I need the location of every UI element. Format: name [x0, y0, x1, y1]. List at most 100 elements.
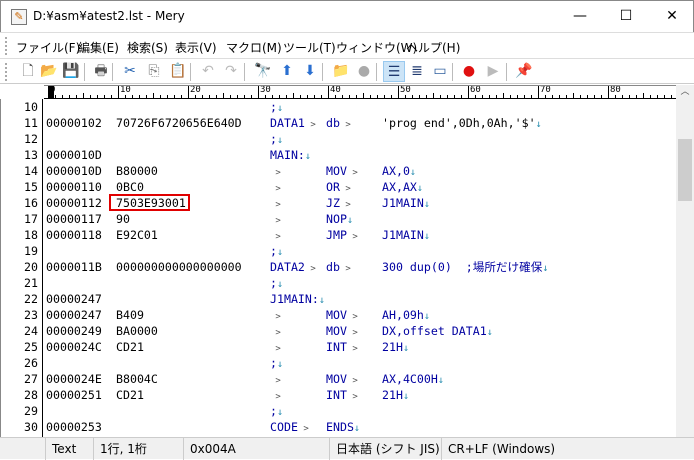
editor-line[interactable]: 28 00000251 CD21 > INT >21H↓ — [1, 387, 676, 403]
ruler-tick — [300, 95, 301, 98]
ruler-tick — [321, 95, 322, 98]
tab-mark: > — [270, 392, 281, 402]
no-wrap-icon[interactable]: ☰ — [383, 61, 405, 82]
line-number: 28 — [24, 388, 38, 402]
ruler-tick — [636, 95, 637, 98]
undo-icon[interactable]: ↶ — [197, 61, 219, 82]
tab-mark: > — [339, 184, 351, 194]
ruler-tick — [433, 93, 434, 98]
status-encoding[interactable]: 日本語 (シフト JIS) — [329, 438, 441, 460]
minimize-button[interactable]: — — [557, 1, 603, 31]
machine-code: 70726F6720656E640D — [116, 116, 242, 130]
address: 0000024C — [46, 340, 102, 354]
ruler-label: 20 — [190, 85, 201, 95]
menu-item[interactable]: 表示(V) — [175, 39, 217, 56]
menu-item[interactable]: ファイル(F) — [16, 39, 80, 56]
wrap-ruler-icon[interactable]: ▭ — [429, 61, 451, 82]
address: 0000011B — [46, 260, 102, 274]
ruler-tick — [489, 95, 490, 98]
line-number: 10 — [24, 100, 38, 114]
tab-mark: > — [304, 120, 316, 130]
editor-line[interactable]: 14 0000010D B80000 > MOV > AX,0↓ — [1, 163, 676, 179]
ruler-tick — [195, 95, 196, 98]
paste-icon[interactable]: 📋 — [167, 61, 189, 82]
text-editor[interactable]: 10 ;↓ 11 00000102 70726F6720656E640D DATA1 > d… — [0, 99, 676, 437]
ruler-tick — [202, 95, 203, 98]
tab-mark: > — [339, 120, 351, 130]
status-position[interactable]: 1行, 1桁 — [93, 438, 183, 460]
pin-icon[interactable]: 📌 — [513, 61, 535, 82]
ruler-tick — [671, 95, 672, 98]
tab-mark: > — [270, 216, 281, 226]
editor-line[interactable]: 30 00000253 CODE > ENDS↓ — [1, 419, 676, 435]
label-text: DATA2 — [270, 260, 305, 274]
editor-line[interactable]: 23 00000247 B409 > MOV > AH,09h↓ — [1, 307, 676, 323]
label-text: ; — [270, 132, 277, 146]
find-next-icon[interactable]: ⬇ — [299, 61, 321, 82]
line-number: 29 — [24, 404, 38, 418]
ruler-label: 70 — [540, 85, 551, 95]
new-file-icon[interactable]: 🗋 — [17, 61, 39, 82]
play-macro-icon[interactable]: ▶ — [482, 61, 504, 82]
editor-line[interactable]: 16 00000112 7503E93001 > JZ > J1MAIN↓ — [1, 195, 676, 211]
menu-item[interactable]: 編集(E) — [78, 39, 119, 56]
open-folder-icon[interactable]: 📂 — [38, 61, 60, 82]
tab-mark: > — [270, 376, 281, 386]
editor-line[interactable]: 29 ;↓ — [1, 403, 676, 419]
scroll-up-button[interactable]: ︿ — [676, 85, 694, 99]
find-prev-icon[interactable]: ⬆ — [276, 61, 298, 82]
menu-item[interactable]: 検索(S) — [127, 39, 168, 56]
menu-bar: ファイル(F) 編集(E) 検索(S) 表示(V) マクロ(M) ツール(T) ウィンドウ(… — [0, 32, 694, 58]
label-text: ; — [270, 356, 277, 370]
record-macro-icon[interactable]: ● — [458, 61, 480, 82]
eol-mark: ↓ — [423, 199, 430, 210]
editor-line[interactable]: 12 ;↓ — [1, 131, 676, 147]
grep-icon[interactable]: 📁 — [330, 61, 352, 82]
cut-icon[interactable]: ✂ — [119, 61, 141, 82]
tab-mark: > — [346, 232, 358, 242]
close-button[interactable]: ✕ — [649, 1, 694, 31]
status-mode[interactable]: Text — [45, 438, 93, 460]
mnemonic-text: MOV — [326, 324, 347, 338]
editor-line[interactable]: 17 00000117 90 > NOP↓ — [1, 211, 676, 227]
wrap-window-icon[interactable]: ≣ — [406, 61, 428, 82]
menu-item[interactable]: ヘルプ(H) — [406, 39, 460, 56]
editor-line[interactable]: 15 00000110 0BC0 > OR > AX,AX↓ — [1, 179, 676, 195]
scrollbar-thumb[interactable] — [678, 139, 692, 201]
editor-line[interactable]: 21 ;↓ — [1, 275, 676, 291]
maximize-button[interactable]: ☐ — [603, 1, 649, 31]
editor-line[interactable]: 25 0000024C CD21 > INT >21H↓ — [1, 339, 676, 355]
editor-line[interactable]: 27 0000024E B8004C > MOV > AX,4C00H↓ — [1, 371, 676, 387]
menu-item[interactable]: ツール(T) — [283, 39, 336, 56]
redo-icon[interactable]: ↷ — [220, 61, 242, 82]
menu-item[interactable]: マクロ(M) — [226, 39, 282, 56]
editor-line[interactable]: 20 0000011B 000000000000000000 DATA2 > db >3… — [1, 259, 676, 275]
ruler-tick — [125, 95, 126, 98]
print-icon[interactable]: 🖶 — [90, 61, 112, 82]
editor-line[interactable]: 24 00000249 BA0000 > MOV > DX,offset DATA1↓ — [1, 323, 676, 339]
globe-icon[interactable]: ● — [353, 61, 375, 82]
save-icon[interactable]: 💾 — [60, 61, 82, 82]
vertical-scrollbar[interactable] — [676, 99, 694, 437]
window-title: D:¥asm¥atest2.lst - Mery — [33, 9, 185, 23]
eol-mark: ↓ — [276, 135, 284, 146]
status-bar: Text 1行, 1桁 0x004A 日本語 (シフト JIS) CR+LF (… — [0, 437, 694, 460]
editor-line[interactable]: 13 0000010D MAIN:↓ — [1, 147, 676, 163]
ruler-tick — [664, 95, 665, 98]
tab-mark: > — [304, 264, 316, 274]
editor-line[interactable]: 18 00000118 E92C01 > JMP > J1MAIN↓ — [1, 227, 676, 243]
editor-line[interactable]: 11 00000102 70726F6720656E640D DATA1 > db > '… — [1, 115, 676, 131]
toolbar-separator — [506, 63, 507, 81]
copy-icon[interactable]: ⎘ — [143, 61, 165, 82]
find-icon[interactable]: 🔭 — [252, 61, 274, 82]
line-number: 20 — [24, 260, 38, 274]
address: 00000112 — [46, 196, 102, 210]
ruler-tick — [104, 95, 105, 98]
editor-line[interactable]: 22 00000247 J1MAIN:↓ — [1, 291, 676, 307]
editor-line[interactable]: 26 ;↓ — [1, 355, 676, 371]
status-newline[interactable]: CR+LF (Windows) — [441, 438, 591, 460]
editor-line[interactable]: 19 ;↓ — [1, 243, 676, 259]
operand-text: AH,09h — [382, 308, 424, 322]
ruler-tick — [503, 93, 504, 98]
editor-line[interactable]: 10 ;↓ — [1, 99, 676, 115]
